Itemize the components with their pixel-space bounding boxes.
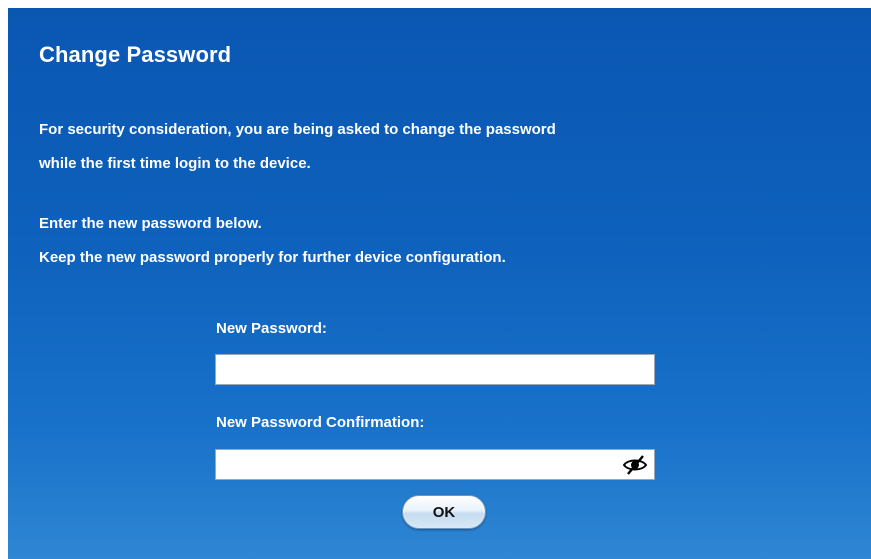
new-password-label: New Password: xyxy=(216,320,327,337)
instructions: Enter the new password below. Keep the n… xyxy=(39,207,839,275)
security-notice-line-1: For security consideration, you are bein… xyxy=(39,121,556,138)
confirm-password-label: New Password Confirmation: xyxy=(216,414,425,431)
security-notice-line-2: while the first time login to the device… xyxy=(39,155,311,172)
new-password-field-wrapper xyxy=(215,354,655,385)
change-password-panel: Change Password For security considerati… xyxy=(8,8,871,559)
new-password-input[interactable] xyxy=(216,355,654,384)
confirm-password-field-wrapper xyxy=(215,449,655,480)
eye-slash-icon[interactable] xyxy=(622,454,648,476)
confirm-password-input[interactable] xyxy=(216,450,654,479)
security-notice: For security consideration, you are bein… xyxy=(39,113,839,181)
page-title: Change Password xyxy=(39,42,232,67)
instruction-line-1: Enter the new password below. xyxy=(39,215,262,232)
ok-button[interactable]: OK xyxy=(402,495,486,529)
instruction-line-2: Keep the new password properly for furth… xyxy=(39,249,506,266)
